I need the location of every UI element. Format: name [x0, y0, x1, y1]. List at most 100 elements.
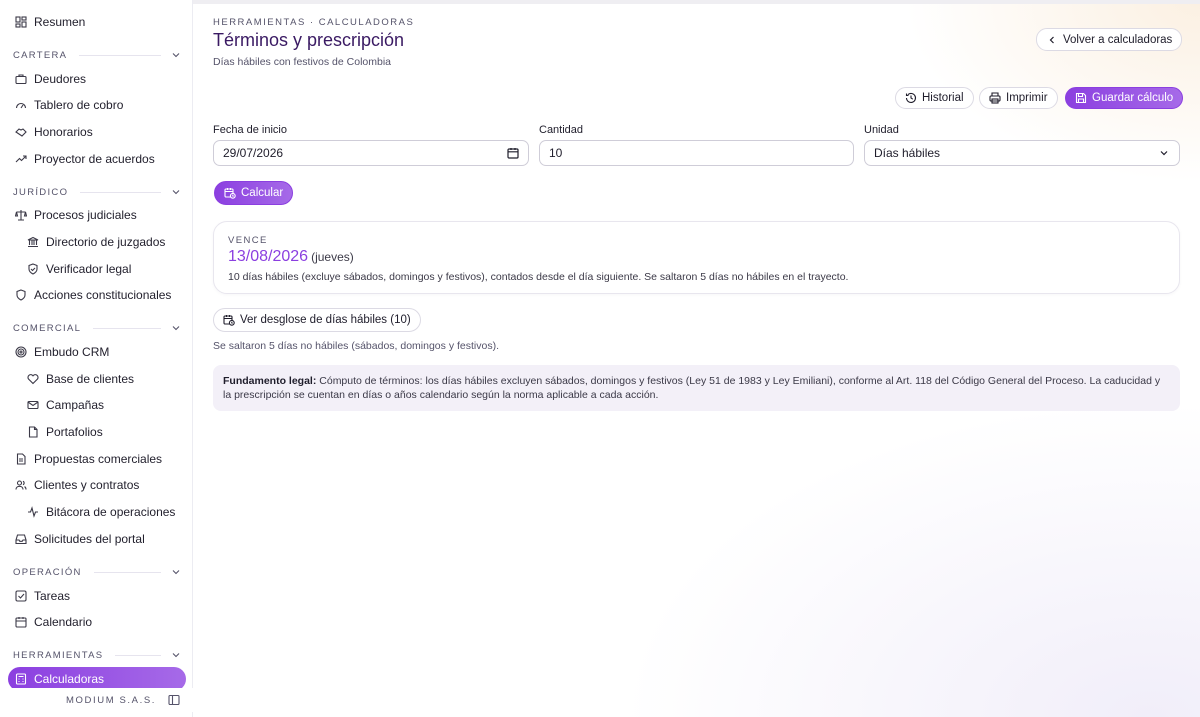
sidebar-item-calendario[interactable]: Calendario — [8, 610, 186, 634]
sidebar-item-label: Campañas — [46, 398, 105, 412]
breakdown-button[interactable]: Ver desglose de días hábiles (10) — [213, 308, 421, 332]
sidebar-item-propuestas[interactable]: Propuestas comerciales — [8, 447, 186, 471]
gauge-icon — [15, 99, 27, 111]
top-divider — [193, 0, 1200, 4]
sidebar-footer: MODIUM S.A.S. — [0, 688, 193, 712]
sidebar-item-honorarios[interactable]: Honorarios — [8, 120, 186, 144]
company-name: MODIUM S.A.S. — [66, 694, 156, 706]
save-label: Guardar cálculo — [1092, 92, 1174, 104]
sidebar-collapse-icon[interactable] — [168, 694, 180, 706]
sidebar-item-procesos[interactable]: Procesos judiciales — [8, 203, 186, 227]
legal-heading: Fundamento legal: — [223, 375, 317, 387]
sidebar-item-portafolios[interactable]: Portafolios — [8, 420, 186, 444]
chevron-down-icon — [1158, 147, 1170, 159]
sidebar-item-label: Honorarios — [34, 125, 93, 139]
section-operacion: OPERACIÓN — [13, 565, 181, 579]
sidebar-item-label: Directorio de juzgados — [46, 235, 166, 249]
chevron-left-icon — [1046, 34, 1058, 46]
dashboard-icon — [15, 16, 27, 28]
start-date-field[interactable]: 29/07/2026 — [213, 140, 529, 166]
due-date-value: 13/08/2026 — [228, 248, 309, 265]
sidebar-item-proyector[interactable]: Proyector de acuerdos — [8, 147, 186, 171]
start-date-value: 29/07/2026 — [223, 146, 284, 160]
checkbox-icon — [15, 590, 27, 602]
activity-icon — [27, 506, 39, 518]
print-button[interactable]: Imprimir — [979, 87, 1058, 109]
result-card: VENCE 13/08/2026 (jueves) 10 días hábiles… — [213, 221, 1180, 294]
sidebar-item-label: Resumen — [34, 15, 86, 29]
legal-text: Cómputo de términos: los días hábiles ex… — [223, 375, 1161, 401]
sidebar-item-resumen[interactable]: Resumen — [8, 10, 186, 34]
heart-icon — [27, 373, 39, 385]
print-label: Imprimir — [1006, 92, 1048, 104]
save-icon — [1075, 92, 1087, 104]
sidebar-item-tareas[interactable]: Tareas — [8, 584, 186, 608]
sidebar-item-juzgados[interactable]: Directorio de juzgados — [8, 230, 186, 254]
sidebar-item-solicitudes[interactable]: Solicitudes del portal — [8, 527, 186, 551]
breakdown-label: Ver desglose de días hábiles (10) — [240, 314, 411, 326]
file-icon — [27, 426, 39, 438]
sidebar-item-label: Bitácora de operaciones — [46, 505, 176, 519]
quantity-label: Cantidad — [539, 124, 584, 136]
calendar-icon[interactable] — [507, 147, 519, 159]
start-date-label: Fecha de inicio — [213, 124, 287, 136]
calendar-icon — [15, 616, 27, 628]
section-juridico: JURÍDICO — [13, 185, 181, 199]
legal-basis-note: Fundamento legal: Cómputo de términos: l… — [213, 365, 1180, 411]
section-title: CARTERA — [13, 49, 68, 61]
printer-icon — [989, 92, 1001, 104]
sidebar-item-embudo[interactable]: Embudo CRM — [8, 340, 186, 364]
sidebar-item-label: Base de clientes — [46, 372, 135, 386]
quantity-field[interactable]: 10 — [539, 140, 854, 166]
document-icon — [15, 453, 27, 465]
courthouse-icon — [27, 236, 39, 248]
due-label: VENCE — [228, 235, 268, 246]
section-herramientas: HERRAMIENTAS — [13, 648, 181, 662]
sidebar-item-label: Portafolios — [46, 425, 103, 439]
section-title: COMERCIAL — [13, 322, 82, 334]
sidebar-item-verificador[interactable]: Verificador legal — [8, 257, 186, 281]
sidebar-item-label: Clientes y contratos — [34, 478, 140, 492]
back-to-calculators-button[interactable]: Volver a calculadoras — [1036, 28, 1183, 51]
save-calculation-button[interactable]: Guardar cálculo — [1065, 87, 1184, 109]
due-weekday: (jueves) — [311, 250, 354, 264]
unit-select[interactable]: Días hábiles — [864, 140, 1180, 166]
main-content: HERRAMIENTAS · CALCULADORAS Términos y p… — [193, 0, 1200, 717]
sidebar-item-campanas[interactable]: Campañas — [8, 393, 186, 417]
sidebar-item-label: Proyector de acuerdos — [34, 152, 155, 166]
sidebar-item-label: Deudores — [34, 72, 87, 86]
calendar-clock-icon — [223, 314, 235, 326]
chevron-down-icon[interactable] — [171, 650, 181, 660]
skipped-days-note: Se saltaron 5 días no hábiles (sábados, … — [213, 340, 499, 352]
chevron-down-icon[interactable] — [171, 567, 181, 577]
chevron-down-icon[interactable] — [171, 50, 181, 60]
handshake-icon — [15, 126, 27, 138]
back-label: Volver a calculadoras — [1063, 33, 1173, 46]
history-button[interactable]: Historial — [895, 87, 974, 109]
calculate-button[interactable]: Calcular — [214, 181, 294, 205]
sidebar-item-label: Embudo CRM — [34, 345, 110, 359]
calculator-icon — [15, 673, 27, 685]
shield-icon — [15, 289, 27, 301]
sidebar-item-label: Calendario — [34, 615, 93, 629]
sidebar: Resumen CARTERA Deudores Tablero de cobr… — [0, 0, 193, 717]
scale-icon — [15, 209, 27, 221]
chevron-down-icon[interactable] — [171, 187, 181, 197]
sidebar-item-label: Propuestas comerciales — [34, 452, 163, 466]
chevron-down-icon[interactable] — [171, 323, 181, 333]
sidebar-item-acciones[interactable]: Acciones constitucionales — [8, 283, 186, 307]
target-icon — [15, 346, 27, 358]
mail-icon — [27, 399, 39, 411]
sidebar-item-label: Calculadoras — [34, 672, 105, 686]
sidebar-item-tablero[interactable]: Tablero de cobro — [8, 93, 186, 117]
sidebar-item-bitacora[interactable]: Bitácora de operaciones — [8, 500, 186, 524]
unit-value: Días hábiles — [874, 146, 941, 160]
calendar-clock-icon — [224, 187, 236, 199]
history-label: Historial — [922, 92, 964, 104]
calculate-label: Calcular — [241, 187, 284, 199]
unit-label: Unidad — [864, 124, 899, 136]
section-cartera: CARTERA — [13, 48, 181, 62]
sidebar-item-base-clientes[interactable]: Base de clientes — [8, 367, 186, 391]
sidebar-item-deudores[interactable]: Deudores — [8, 67, 186, 91]
sidebar-item-clientes[interactable]: Clientes y contratos — [8, 473, 186, 497]
